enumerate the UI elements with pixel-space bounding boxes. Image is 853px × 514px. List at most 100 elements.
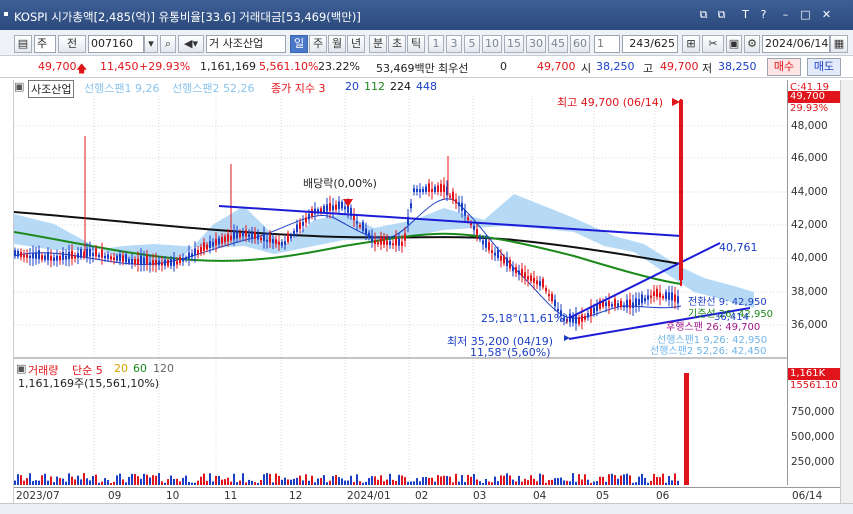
candle-body bbox=[221, 237, 223, 244]
period-tick[interactable]: 틱 bbox=[407, 35, 425, 53]
candle-body bbox=[431, 188, 433, 192]
interval-3[interactable]: 3 bbox=[446, 35, 462, 53]
legend-ma224[interactable]: 224 bbox=[390, 80, 411, 93]
volume-bar bbox=[50, 476, 52, 485]
interval-1[interactable]: 1 bbox=[428, 35, 444, 53]
chart-add-icon[interactable]: ⊞ bbox=[682, 35, 700, 53]
list-icon[interactable]: ▤ bbox=[14, 35, 32, 53]
interval-45[interactable]: 45 bbox=[548, 35, 568, 53]
expand-icon[interactable]: ▣ bbox=[14, 80, 24, 93]
volume-bar bbox=[581, 479, 583, 485]
candle-body bbox=[542, 278, 544, 288]
period-day[interactable]: 일 bbox=[290, 35, 308, 53]
candle-body bbox=[104, 255, 106, 259]
period-year[interactable]: 년 bbox=[347, 35, 365, 53]
candle-body bbox=[449, 195, 451, 198]
interval-5[interactable]: 5 bbox=[464, 35, 480, 53]
candle-body bbox=[80, 248, 82, 258]
volume-bar bbox=[671, 480, 673, 485]
candle-body bbox=[371, 235, 373, 242]
period-month[interactable]: 월 bbox=[328, 35, 346, 53]
volume-bar bbox=[164, 482, 166, 485]
volume-pct: 5,561.10% bbox=[259, 60, 319, 73]
legend-ma20[interactable]: 20 bbox=[345, 80, 359, 93]
date-input[interactable]: 2024/06/14 bbox=[762, 35, 830, 53]
interval-10[interactable]: 10 bbox=[482, 35, 502, 53]
chevron-down-icon[interactable]: ▾ bbox=[144, 35, 158, 53]
volume-legend-60[interactable]: 60 bbox=[133, 362, 147, 375]
candle-body bbox=[272, 239, 274, 244]
calendar-icon[interactable]: ▦ bbox=[830, 35, 848, 53]
candle-body bbox=[353, 215, 355, 220]
candle-body bbox=[329, 203, 331, 211]
volume-bar bbox=[659, 477, 661, 485]
volume-bar bbox=[311, 475, 313, 485]
candle-body bbox=[482, 240, 484, 245]
volume-bar bbox=[119, 473, 121, 485]
link-icon[interactable]: ⧉ bbox=[697, 8, 710, 21]
type-select[interactable]: 전 bbox=[58, 35, 86, 53]
vertical-scrollbar[interactable] bbox=[840, 80, 853, 503]
gear-icon[interactable]: ⚙ bbox=[744, 35, 760, 53]
bottom-scrollbar[interactable] bbox=[0, 503, 853, 514]
volume-bar bbox=[53, 482, 55, 485]
volume-expand-icon[interactable]: ▣ bbox=[16, 362, 26, 375]
chart-area[interactable] bbox=[13, 96, 787, 486]
help-icon[interactable]: ? bbox=[757, 8, 770, 21]
volume-bar bbox=[506, 473, 508, 485]
period-minute[interactable]: 분 bbox=[369, 35, 387, 53]
volume-bar bbox=[578, 474, 580, 485]
speaker-icon[interactable]: ◀▾ bbox=[178, 35, 204, 53]
period-second[interactable]: 초 bbox=[388, 35, 406, 53]
volume-legend-20[interactable]: 20 bbox=[114, 362, 128, 375]
interval-15[interactable]: 15 bbox=[504, 35, 524, 53]
legend-ma112[interactable]: 112 bbox=[364, 80, 385, 93]
volume-bar bbox=[425, 476, 427, 485]
candle-body bbox=[395, 236, 397, 246]
volume-bar bbox=[239, 480, 241, 485]
volume-bar bbox=[326, 482, 328, 485]
volume-legend-120[interactable]: 120 bbox=[153, 362, 174, 375]
price-axis[interactable]: C:41.19 49,700 29.93% 48,000 46,000 44,0… bbox=[787, 80, 840, 485]
volume-bar bbox=[101, 481, 103, 485]
restore-layout-icon[interactable]: ⧉ bbox=[715, 8, 728, 21]
stock-code-input[interactable]: 007160 bbox=[88, 35, 144, 53]
text-size-icon[interactable]: T bbox=[739, 8, 752, 21]
sell-button[interactable]: 매도 bbox=[807, 58, 841, 76]
minimize-icon[interactable]: – bbox=[779, 8, 792, 21]
volume-bar bbox=[83, 473, 85, 485]
search-icon[interactable]: ⌕ bbox=[160, 35, 176, 53]
legend-span1[interactable]: 선행스팬1 9,26 bbox=[84, 80, 159, 96]
volume-bar bbox=[278, 475, 280, 485]
candle-body bbox=[77, 253, 79, 258]
legend-ma[interactable]: 종가 지수 3 bbox=[271, 80, 325, 96]
interval-60[interactable]: 60 bbox=[570, 35, 590, 53]
volume-axis-label: 250,000 bbox=[791, 456, 835, 468]
candle-body bbox=[611, 304, 613, 307]
save-icon[interactable]: ▣ bbox=[726, 35, 742, 53]
candle-body bbox=[524, 272, 526, 278]
period-select[interactable]: 주 bbox=[34, 35, 56, 53]
candle-body bbox=[86, 248, 88, 257]
volume-bar bbox=[20, 475, 22, 485]
candle-body bbox=[179, 257, 181, 263]
stock-name-field[interactable]: 거 사조산업 bbox=[206, 35, 286, 53]
volume-bar bbox=[185, 475, 187, 485]
legend-ma448[interactable]: 448 bbox=[416, 80, 437, 93]
buy-button[interactable]: 매수 bbox=[767, 58, 801, 76]
scissors-icon[interactable]: ✂ bbox=[702, 35, 724, 53]
volume-bar bbox=[317, 478, 319, 485]
unit-input[interactable]: 1 bbox=[594, 35, 620, 53]
volume-bar bbox=[233, 473, 235, 485]
period-week[interactable]: 주 bbox=[309, 35, 327, 53]
close-icon[interactable]: ✕ bbox=[820, 8, 833, 21]
candle-body bbox=[176, 261, 178, 265]
maximize-icon[interactable]: □ bbox=[799, 8, 812, 21]
candle-body bbox=[215, 238, 217, 246]
legend-span2[interactable]: 선행스팬2 52,26 bbox=[172, 80, 254, 96]
date-axis[interactable]: 2023/07 09 10 11 12 2024/01 02 03 04 05 … bbox=[14, 487, 840, 503]
candle-body bbox=[467, 217, 469, 221]
volume-axis-label: 500,000 bbox=[791, 431, 835, 443]
interval-30[interactable]: 30 bbox=[526, 35, 546, 53]
candle-body bbox=[425, 186, 427, 192]
